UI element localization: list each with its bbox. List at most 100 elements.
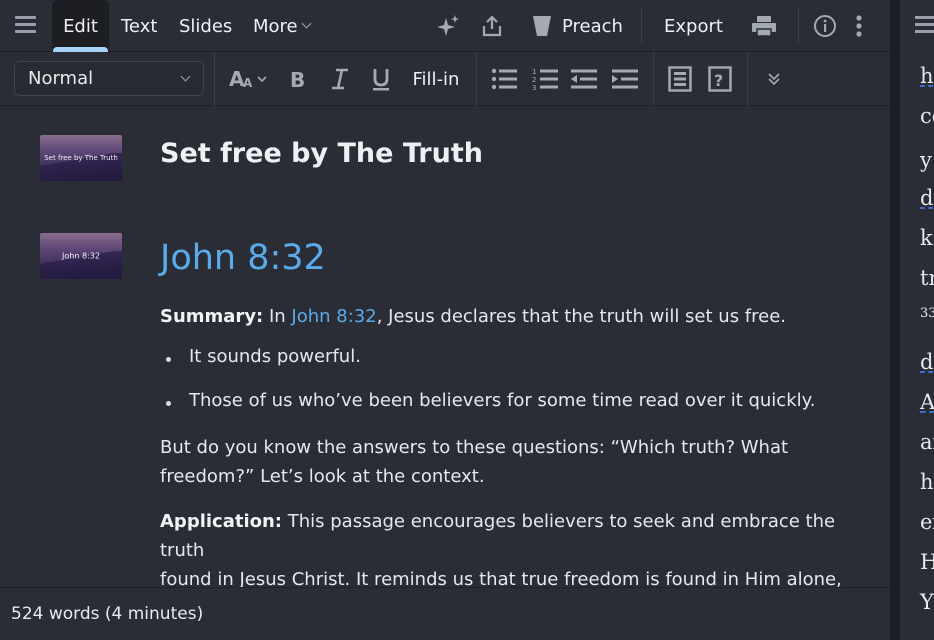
paragraph-style-value: Normal [28,68,94,89]
document-content[interactable]: Set free by The Truth Set free by The Tr… [0,107,890,587]
expand-toolbar-button[interactable] [760,52,788,106]
summary-label: Summary: [160,306,264,327]
side-panel: h co y d k tr 33 d A an h ex H Y [900,0,934,640]
side-text-line: H [920,550,934,574]
outdent-button[interactable] [568,52,600,106]
bullet-list-button[interactable] [488,52,520,106]
more-options-button[interactable] [855,0,863,52]
fill-in-button[interactable]: Fill-in [405,52,467,106]
export-button[interactable]: Export [664,0,723,52]
scripture-heading[interactable]: John 8:32 [160,238,326,278]
menu-icon[interactable] [15,16,36,34]
bold-button[interactable]: B [283,52,313,106]
side-text-line: y [920,148,932,172]
tab-slides[interactable]: Slides [179,0,232,52]
tab-text[interactable]: Text [121,0,157,52]
bullet-list-icon [491,68,517,90]
side-text-line: an [920,430,934,454]
more-vertical-icon [856,15,862,37]
bullet-dot [166,357,171,362]
tab-text-label: Text [121,15,158,37]
font-size-icon: AA [229,67,267,91]
expand-more-icon [768,73,780,86]
font-size-button[interactable]: AA [228,52,272,106]
export-label: Export [664,15,723,37]
side-text-line: h [920,64,934,88]
pane-divider[interactable] [890,0,900,640]
sparkle-button[interactable] [437,0,461,52]
preach-label: Preach [562,15,623,37]
sermon-title[interactable]: Set free by The Truth [160,138,483,169]
info-button[interactable] [813,0,837,52]
question-icon: ? [708,66,732,92]
underline-button[interactable] [366,52,396,106]
print-icon [752,16,776,37]
numbered-list-button[interactable]: 123 [529,52,561,106]
bullet-dot [166,401,171,406]
side-text-line: A [920,390,934,414]
tab-edit[interactable]: Edit [52,0,109,52]
tab-more-label: More [253,15,298,37]
divider [476,52,477,106]
summary-text: , Jesus declares that the truth will set… [376,306,787,327]
divider [653,52,654,106]
side-text-line: d [920,350,934,374]
share-icon [482,15,502,37]
tab-more[interactable]: More [253,0,312,52]
divider [214,52,215,106]
summary-paragraph[interactable]: Summary: In John 8:32, Jesus declares th… [160,302,860,331]
slide-thumbnail-title: Set free by The Truth [44,154,118,162]
side-text-line: h [920,470,934,494]
bold-icon: B [290,68,305,91]
scripture-link[interactable]: John 8:32 [291,306,376,327]
svg-text:B: B [290,68,305,91]
divider [747,52,748,106]
indent-button[interactable] [609,52,641,106]
slide-thumbnail[interactable]: John 8:32 [40,233,122,279]
svg-text:A: A [243,76,253,90]
question-paragraph[interactable]: But do you know the answers to these que… [160,433,860,491]
top-bar: Edit Text Slides More Preach Export [0,0,890,52]
summary-text: In [263,306,292,327]
paragraph-style-select[interactable]: Normal [14,61,204,96]
preach-button[interactable]: Preach [532,0,623,52]
svg-text:?: ? [714,71,723,90]
menu-icon[interactable] [915,16,934,34]
side-text-line: 33 [920,306,934,321]
side-text-line: k [920,226,933,250]
tab-slides-label: Slides [179,15,233,37]
slide-thumbnail-title: John 8:32 [62,251,100,261]
format-toolbar: Normal AA B Fill-in 123 ? [0,52,890,106]
fill-in-label: Fill-in [412,68,460,90]
slide-thumbnail[interactable]: Set free by The Truth [40,135,122,181]
tab-edit-label: Edit [63,15,98,37]
chevron-down-icon [301,18,312,29]
application-label: Application: [160,511,283,532]
side-text-line: Y [920,590,934,614]
slide-layout-button[interactable] [664,52,696,106]
side-text-line: co [920,104,934,128]
status-bar: 524 words (4 minutes) [0,587,890,640]
outdent-icon [571,69,597,89]
slide-layout-icon [668,66,692,92]
side-text-line: d [920,186,934,210]
list-item-text: Those of us who’ve been believers for so… [189,390,816,411]
editor-pane: Edit Text Slides More Preach Export Norm… [0,0,890,640]
divider [641,8,642,44]
pulpit-icon [533,16,551,36]
svg-text:3: 3 [532,84,536,90]
print-button[interactable] [751,0,777,52]
italic-button[interactable] [325,52,355,106]
share-button[interactable] [481,0,503,52]
list-item-text: It sounds powerful. [189,346,361,367]
paragraph-line: found in Jesus Christ. It reminds us tha… [160,569,842,587]
underline-icon [373,69,389,91]
word-count: 524 words (4 minutes) [11,604,204,624]
chevron-down-icon [180,71,191,82]
paragraph-line: freedom?” Let’s look at the context. [160,466,485,487]
svg-text:2: 2 [532,76,536,84]
info-icon [814,15,836,37]
question-button[interactable]: ? [704,52,736,106]
indent-icon [612,69,638,89]
application-paragraph[interactable]: Application: This passage encourages bel… [160,507,860,587]
